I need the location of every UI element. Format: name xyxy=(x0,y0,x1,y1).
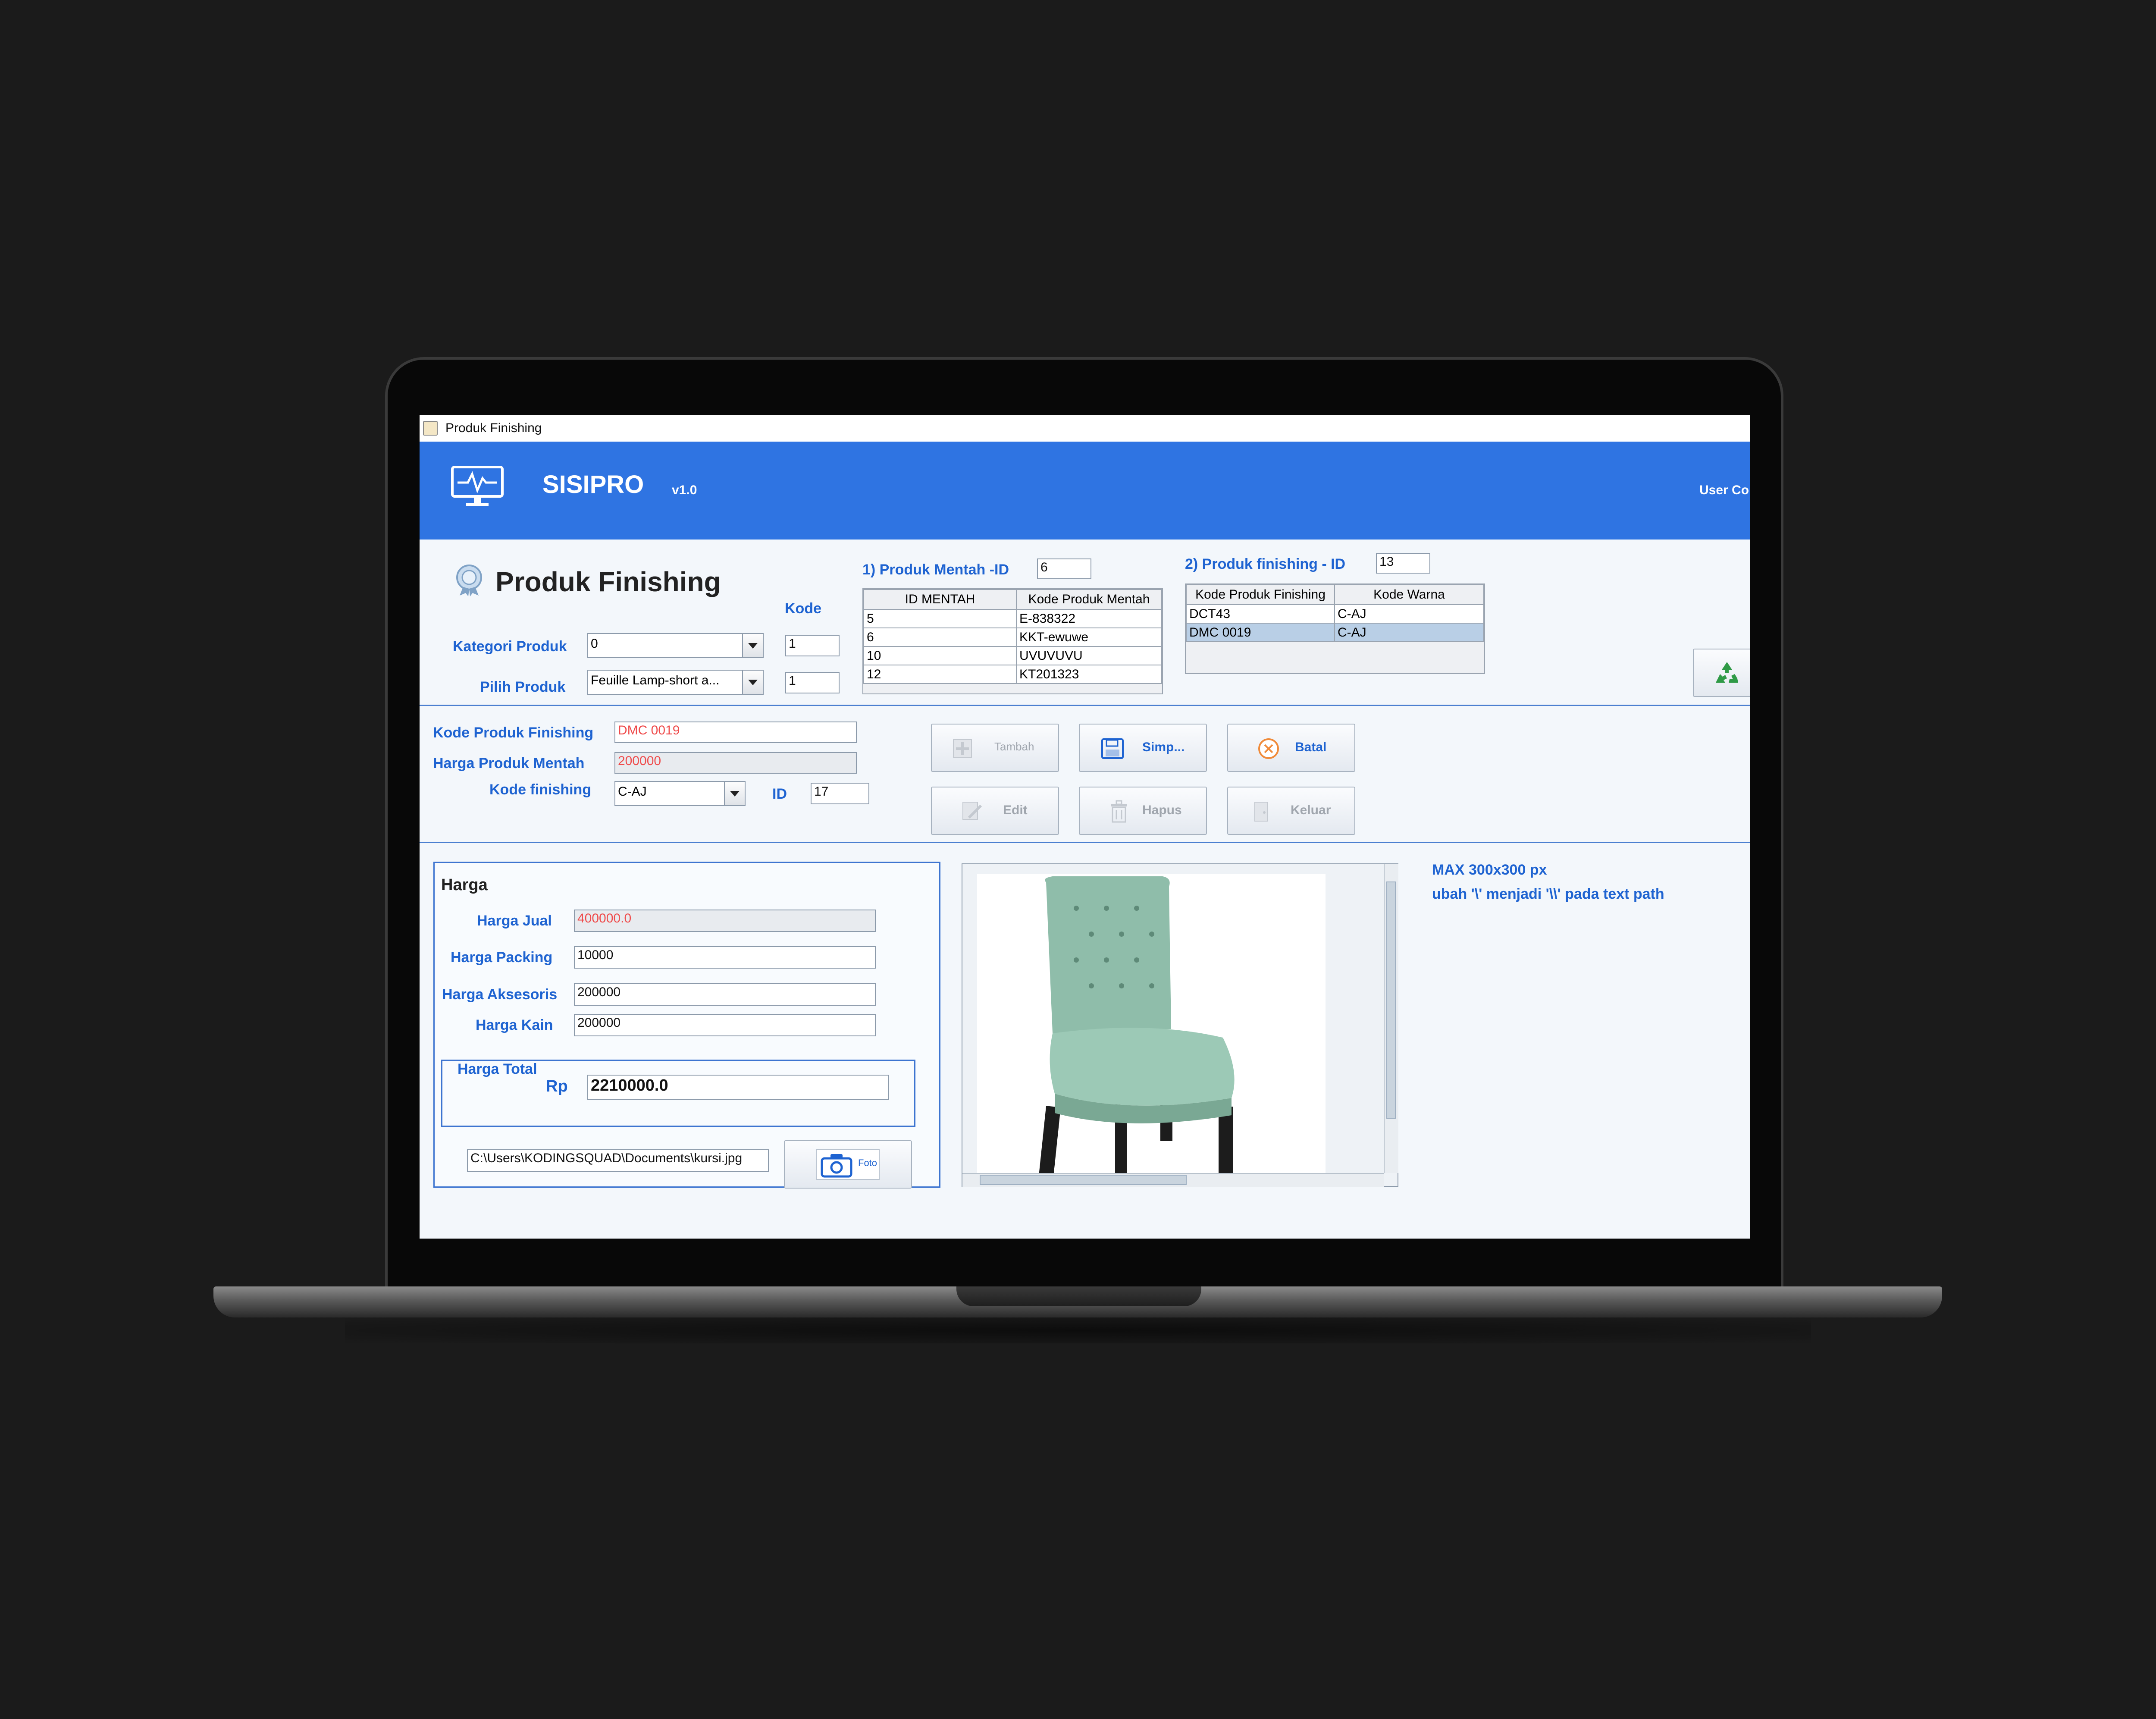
app-name: SISIPRO xyxy=(542,471,644,499)
kategori-kode-field[interactable]: 1 xyxy=(785,635,840,656)
kode-produk-finishing-field[interactable]: DMC 0019 xyxy=(614,721,857,743)
pilih-produk-label: Pilih Produk xyxy=(480,679,566,695)
product-photo xyxy=(977,874,1326,1176)
scroll-thumb[interactable] xyxy=(1386,881,1396,1119)
page-title: Produk Finishing xyxy=(495,566,721,597)
produk-mentah-label: 1) Produk Mentah -ID xyxy=(862,561,1009,578)
harga-total-box: Harga Total Rp 2210000.0 xyxy=(441,1060,915,1127)
produk-mentah-id-field[interactable]: 6 xyxy=(1037,558,1091,579)
kategori-produk-select[interactable]: 0 xyxy=(587,633,764,658)
java-icon xyxy=(423,421,438,436)
camera-icon xyxy=(821,1154,852,1178)
table-row-selected[interactable]: DMC 0019 C-AJ xyxy=(1186,623,1484,642)
column-header[interactable]: ID MENTAH xyxy=(863,589,1017,610)
harga-kain-label: Harga Kain xyxy=(476,1017,553,1033)
user-label[interactable]: User Co xyxy=(1699,483,1749,498)
horizontal-scrollbar[interactable] xyxy=(962,1173,1384,1187)
section-divider xyxy=(420,705,1750,706)
table-row[interactable]: 6 KKT-ewuwe xyxy=(863,627,1162,647)
foto-button-label: Foto xyxy=(858,1158,877,1168)
vertical-scrollbar[interactable] xyxy=(1384,864,1398,1173)
badge-icon xyxy=(456,565,482,596)
kode-header-label: Kode xyxy=(785,600,821,617)
monitor-pulse-icon xyxy=(451,466,504,506)
photo-path-field[interactable]: C:\Users\KODINGSQUAD\Documents\kursi.jpg xyxy=(467,1149,769,1172)
foto-button[interactable]: Foto xyxy=(784,1140,912,1189)
column-header[interactable]: Kode Produk Mentah xyxy=(1016,589,1162,610)
harga-title: Harga xyxy=(441,876,488,894)
table-row[interactable]: 12 KT201323 xyxy=(863,665,1162,684)
harga-aksesoris-field[interactable]: 200000 xyxy=(574,983,876,1006)
chevron-down-icon[interactable] xyxy=(742,671,763,694)
table-row[interactable]: 10 UVUVUVU xyxy=(863,646,1162,665)
column-header[interactable]: Kode Warna xyxy=(1334,584,1484,605)
exit-icon xyxy=(1254,802,1268,822)
currency-label: Rp xyxy=(546,1077,568,1095)
id-label: ID xyxy=(772,786,787,802)
produk-finishing-label: 2) Produk finishing - ID xyxy=(1185,556,1346,572)
kode-produk-finishing-label: Kode Produk Finishing xyxy=(433,725,594,741)
app-version: v1.0 xyxy=(672,483,697,497)
edit-icon xyxy=(962,802,982,820)
app-window: Produk Finishing SISIPRO v1.0 User Co Pr… xyxy=(420,415,1750,1239)
cancel-icon xyxy=(1258,738,1279,759)
window-title: Produk Finishing xyxy=(445,421,542,435)
add-icon xyxy=(953,739,972,758)
save-icon xyxy=(1101,738,1124,759)
produk-finishing-id-field[interactable]: 13 xyxy=(1376,553,1430,574)
kode-finishing-label: Kode finishing xyxy=(489,781,592,798)
window-titlebar: Produk Finishing xyxy=(420,415,1750,442)
harga-packing-label: Harga Packing xyxy=(451,949,553,966)
harga-produk-mentah-label: Harga Produk Mentah xyxy=(433,755,585,772)
harga-panel: Harga Harga Jual 400000.0 Harga Packing … xyxy=(433,862,940,1189)
table-row[interactable]: DCT43 C-AJ xyxy=(1186,604,1484,624)
trash-icon xyxy=(1111,800,1127,823)
harga-jual-field: 400000.0 xyxy=(574,910,876,932)
harga-kain-field[interactable]: 200000 xyxy=(574,1014,876,1036)
kode-finishing-select[interactable]: C-AJ xyxy=(614,781,746,806)
batal-button[interactable]: Batal xyxy=(1227,724,1355,772)
harga-produk-mentah-field: 200000 xyxy=(614,752,857,774)
image-viewer[interactable] xyxy=(962,863,1398,1187)
keluar-button[interactable]: Keluar xyxy=(1227,787,1355,835)
photo-size-hint: MAX 300x300 px xyxy=(1432,862,1547,878)
kategori-produk-label: Kategori Produk xyxy=(453,638,567,655)
section-divider xyxy=(420,842,1750,843)
chevron-down-icon[interactable] xyxy=(742,634,763,657)
produk-mentah-table[interactable]: ID MENTAH Kode Produk Mentah 5 E-838322 6… xyxy=(862,588,1163,694)
chair-image xyxy=(1039,876,1235,1176)
harga-jual-label: Harga Jual xyxy=(477,913,552,929)
table-row[interactable]: 5 E-838322 xyxy=(863,609,1162,628)
edit-button[interactable]: Edit xyxy=(931,787,1059,835)
hapus-button[interactable]: Hapus xyxy=(1079,787,1207,835)
scroll-thumb[interactable] xyxy=(980,1175,1187,1185)
refresh-button[interactable] xyxy=(1693,649,1750,697)
simpan-button[interactable]: Simp... xyxy=(1079,724,1207,772)
column-header[interactable]: Kode Produk Finishing xyxy=(1186,584,1335,605)
laptop-shadow xyxy=(345,1317,1811,1343)
photo-path-hint: ubah '\' menjadi '\\' pada text path xyxy=(1432,886,1664,902)
id-field[interactable]: 17 xyxy=(811,783,869,804)
harga-aksesoris-label: Harga Aksesoris xyxy=(442,986,558,1003)
harga-packing-field[interactable]: 10000 xyxy=(574,946,876,969)
harga-total-field: 2210000.0 xyxy=(587,1075,889,1100)
chevron-down-icon[interactable] xyxy=(724,782,745,805)
tambah-button[interactable]: Tambah xyxy=(931,724,1059,772)
laptop-notch xyxy=(956,1286,1201,1306)
harga-total-label: Harga Total xyxy=(458,1061,537,1077)
recycle-icon xyxy=(1716,662,1738,683)
produk-finishing-table[interactable]: Kode Produk Finishing Kode Warna DCT43 C-… xyxy=(1185,583,1485,674)
pilih-kode-field[interactable]: 1 xyxy=(785,672,840,693)
pilih-produk-select[interactable]: Feuille Lamp-short a... xyxy=(587,670,764,695)
header-banner: SISIPRO v1.0 User Co xyxy=(420,442,1750,540)
